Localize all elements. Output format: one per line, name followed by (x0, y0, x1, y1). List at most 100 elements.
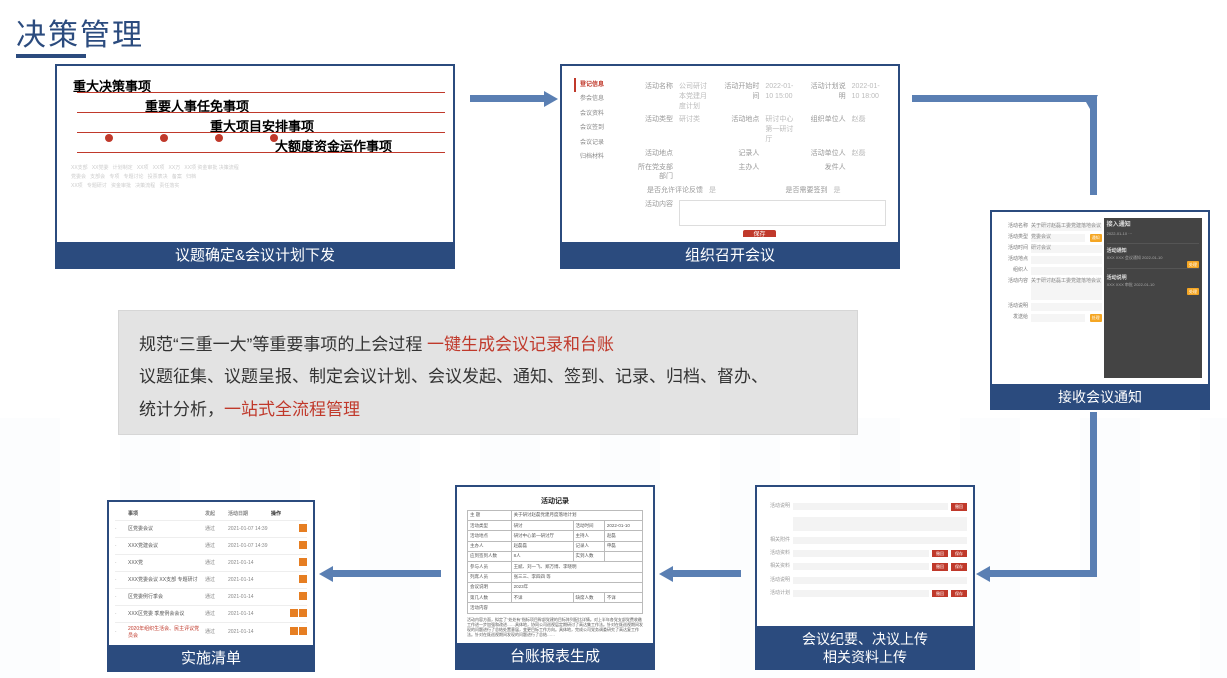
filler-text: XX支部 XX党委 计划制定 XX项 XX项 XX万 XX项 资金审批 决策流程… (71, 164, 439, 191)
side-item[interactable]: 会议签到 (574, 121, 626, 135)
node2-side-menu: 登记信息 参会信息 会议资料 会议签到 会议记录 归档材料 (574, 78, 626, 164)
f-label: 活动地点 (719, 115, 759, 144)
f-val: 赵磊 (852, 149, 886, 159)
page-title: 决策管理 (16, 10, 144, 54)
desc-l3a: 统计分析， (139, 400, 224, 419)
sub-major-decision: 重大决策事项 (73, 78, 151, 96)
f-label: 是否需要签到 (768, 186, 828, 196)
node-organize-meeting: 登记信息 参会信息 会议资料 会议签到 会议记录 归档材料 活动名称公司研讨本党… (560, 64, 900, 269)
f-val: 2022-01-10 15:00 (765, 82, 799, 111)
f-val (1031, 267, 1102, 275)
description-box: 规范“三重一大”等重要事项的上会过程 一键生成会议记录和台账 议题征集、议题呈报… (118, 310, 858, 435)
node-organize-caption: 组织召开会议 (560, 242, 900, 270)
upload-button[interactable]: 撤回 (932, 550, 948, 558)
list-item[interactable]: ·XXX党建会议通过2021-01-07 14:39 (115, 538, 307, 555)
f-label: 活动计划说明 (806, 82, 846, 111)
doc-title: 活动记录 (467, 497, 643, 507)
f-label: 是否允许评论反馈 (633, 186, 703, 196)
f-label: 活动名称 (1000, 223, 1028, 231)
list-item[interactable]: ·区党委会议通过2021-01-07 14:39 (115, 521, 307, 538)
arrow-2-3-v (1090, 95, 1097, 195)
f-val: 是 (709, 186, 762, 196)
side-item[interactable]: 归档材料 (574, 150, 626, 164)
tag: 处理 (1187, 261, 1199, 269)
sub-personnel: 重要人事任免事项 (145, 98, 249, 116)
timeline-line (77, 112, 445, 113)
f-val (852, 163, 886, 183)
right-title: 接入通知 (1107, 221, 1199, 229)
f-val (765, 163, 799, 183)
node-ledger-caption: 台账报表生成 (455, 643, 655, 671)
upload-button[interactable]: 撤回 (932, 563, 948, 571)
r-label: 活动说明 (763, 577, 793, 584)
f-label: 所在党支部部门 (633, 163, 673, 183)
r-bar (793, 537, 967, 544)
r-bar (793, 503, 948, 510)
f-val: 党委会议 (1031, 234, 1085, 242)
side-item[interactable]: 参会信息 (574, 92, 626, 106)
f-label: 记录人 (719, 149, 759, 159)
list-item[interactable]: ·区党委例行季会通过2021-01-14 (115, 589, 307, 606)
caption-line1: 会议纪要、决议上传 (802, 631, 928, 647)
node-topic-plan-caption: 议题确定&会议计划下发 (55, 242, 455, 270)
f-label: 活动单位人 (806, 149, 846, 159)
arrow-2-3-h (912, 95, 1097, 102)
r-label: 活动资料 (763, 550, 793, 557)
textarea[interactable] (679, 200, 886, 226)
f-label: 主办人 (719, 163, 759, 183)
tag: 处理 (1090, 314, 1102, 322)
f-label: 活动类型 (1000, 234, 1028, 242)
f-label: 活动地点 (1000, 256, 1028, 264)
node-topic-plan: 重大决策事项 重要人事任免事项 重大项目安排事项 大额度资金运作事项 XX支部 … (55, 64, 455, 269)
f-val (765, 149, 799, 159)
f-label: 活动地点 (633, 149, 673, 159)
arrow-head-icon (1082, 95, 1098, 109)
upload-button[interactable]: 保存 (951, 563, 967, 571)
save-button[interactable]: 保存 (743, 230, 775, 237)
r-bar (793, 577, 967, 584)
r-bar (793, 550, 929, 557)
f-val (679, 163, 713, 183)
desc-l3b: 一站式全流程管理 (224, 400, 360, 419)
arrow-head-icon (319, 566, 333, 582)
f-val (1031, 314, 1085, 322)
list-item[interactable]: ·2020年组织生活会、民主评议党员会通过2021-01-14 (115, 623, 307, 640)
timeline-line (77, 92, 445, 93)
r-bar (793, 563, 929, 570)
f-val (1031, 303, 1102, 311)
ledger-paragraph: 活动内容方面，拟定了"处处有"指标项目幹部党建的目标阵列配比详情。对上半年各党支… (467, 617, 643, 638)
upload-button[interactable]: 撤回 (932, 590, 948, 598)
tag: 通知 (1090, 234, 1102, 242)
side-item[interactable]: 登记信息 (574, 78, 626, 92)
node5-inner: 活动记录 主 题关于研讨赵磊党建月度落地计划 活动类型研讨活动时间2022-01… (463, 493, 647, 638)
timeline-line (77, 152, 445, 153)
upload-button[interactable]: 撤回 (951, 503, 967, 511)
list-item[interactable]: ·XXX区党委 季度例会会议通过2021-01-14 (115, 606, 307, 623)
node-topic-plan-inner: 重大决策事项 重要人事任免事项 重大项目安排事项 大额度资金运作事项 XX支部 … (65, 74, 445, 237)
f-label: 活动内容 (1000, 278, 1028, 300)
f-val: 研讨类 (679, 115, 713, 144)
node3-right-panel: 接入通知 2022-01-10 ··· 活动通知 XXX XXX 会议通知 20… (1104, 218, 1202, 378)
node4-inner: 活动说明撤回 相关附件 活动资料撤回保存 相关资料撤回保存 活动说明 活动计划撤… (763, 493, 967, 638)
node-receive-notice: 活动名称关于研讨赵磊工委党建落地会议 活动类型党委会议通知 活动时间研讨会议 活… (990, 210, 1210, 410)
list-item[interactable]: ·XXX党委会议 XX支部 专题研讨通过2021-01-14 (115, 572, 307, 589)
side-item[interactable]: 会议记录 (574, 136, 626, 150)
node6-inner: 事项发起活动日期操作·区党委会议通过2021-01-07 14:39·XXX党建… (115, 508, 307, 640)
node-minutes-upload: 活动说明撤回 相关附件 活动资料撤回保存 相关资料撤回保存 活动说明 活动计划撤… (755, 485, 975, 670)
f-label: 活动名称 (633, 82, 673, 111)
arrow-head-icon (659, 566, 673, 582)
title-underline (16, 54, 86, 58)
r-label: 相关附件 (763, 537, 793, 544)
desc-l1a: 规范“三重一大”等重要事项的上会过程 (139, 335, 427, 354)
r-bar (793, 517, 967, 531)
node-minutes-caption: 会议纪要、决议上传 相关资料上传 (755, 626, 975, 670)
arrow-head-icon (976, 566, 990, 582)
arrow-head-icon (544, 91, 558, 107)
r-label: 相关资料 (763, 563, 793, 570)
upload-button[interactable]: 保存 (951, 550, 967, 558)
node-receive-caption: 接收会议通知 (990, 384, 1210, 410)
upload-button[interactable]: 保存 (951, 590, 967, 598)
list-item[interactable]: ·XXX党通过2021-01-14 (115, 555, 307, 572)
caption-line2: 相关资料上传 (823, 649, 907, 665)
side-item[interactable]: 会议资料 (574, 107, 626, 121)
